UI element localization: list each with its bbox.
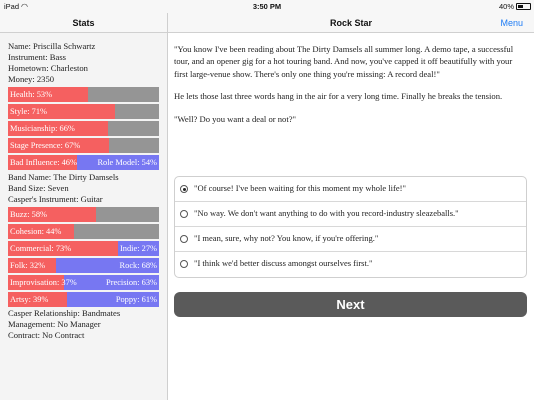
battery-icon: [516, 3, 531, 10]
stat-contract: Contract: No Contract: [8, 330, 85, 340]
artsy-poppy-bar: Artsy: 39% Poppy: 61%: [8, 291, 159, 307]
story-panel: Rock Star Menu "You know I've been readi…: [168, 13, 534, 400]
stat-money: Money: 2350: [8, 74, 55, 84]
stat-casper-instrument: Casper's Instrument: Guitar: [8, 193, 103, 204]
improvisation-precision-bar: Improvisation: 37% Precision: 63%: [8, 274, 159, 290]
stat-name: Name: Priscilla Schwartz: [8, 41, 96, 51]
influence-bar: Bad Influence: 46% Role Model: 54%: [8, 155, 159, 170]
stat-hometown: Hometown: Charleston: [8, 63, 88, 73]
radio-button[interactable]: [180, 235, 188, 243]
radio-button[interactable]: [180, 210, 188, 218]
stats-panel: Stats Name: Priscilla Schwartz Instrumen…: [0, 13, 168, 400]
story-paragraph: "Well? Do you want a deal or not?": [174, 113, 297, 124]
stats-list: Name: Priscilla Schwartz Instrument: Bas…: [0, 33, 167, 341]
stats-title: Stats: [0, 13, 167, 33]
musicianship-bar: Musicianship: 66%: [8, 121, 159, 136]
menu-button[interactable]: Menu: [500, 13, 523, 33]
battery-percent: 40%: [498, 2, 514, 11]
buzz-bar: Buzz: 58%: [8, 206, 159, 222]
health-bar: Health: 53%: [8, 87, 159, 102]
stat-band-size: Band Size: Seven: [8, 182, 69, 193]
stat-casper-relationship: Casper Relationship: Bandmates: [8, 308, 121, 318]
stat-band-name: Band Name: The Dirty Damsels: [8, 171, 119, 182]
radio-button[interactable]: [180, 185, 188, 193]
story-paragraph: "You know I've been reading about The Di…: [174, 44, 514, 79]
choice-list: "Of course! I've been waiting for this m…: [174, 176, 527, 278]
choice-option[interactable]: "I mean, sure, why not? You know, if you…: [175, 227, 526, 252]
story-header: Rock Star Menu: [168, 13, 534, 33]
cohesion-bar: Cohesion: 44%: [8, 223, 159, 239]
story-paragraph: He lets those last three words hang in t…: [174, 91, 503, 102]
stat-management: Management: No Manager: [8, 319, 101, 329]
style-bar: Style: 71%: [8, 104, 159, 119]
next-button[interactable]: Next: [174, 292, 527, 317]
commercial-indie-bar: Commercial: 73% Indie: 27%: [8, 240, 159, 256]
status-bar: iPad ◠ 3:50 PM 40%: [0, 0, 534, 13]
radio-button[interactable]: [180, 260, 188, 268]
folk-rock-bar: Folk: 32% Rock: 68%: [8, 257, 159, 273]
choice-option[interactable]: "No way. We don't want anything to do wi…: [175, 202, 526, 227]
choice-option[interactable]: "I think we'd better discuss amongst our…: [175, 252, 526, 277]
stage-presence-bar: Stage Presence: 67%: [8, 138, 159, 153]
choice-option[interactable]: "Of course! I've been waiting for this m…: [175, 177, 526, 202]
story-title: Rock Star: [329, 18, 373, 28]
clock: 3:50 PM: [252, 2, 282, 11]
story-text: "You know I've been reading about The Di…: [168, 33, 534, 125]
stat-instrument: Instrument: Bass: [8, 52, 67, 62]
